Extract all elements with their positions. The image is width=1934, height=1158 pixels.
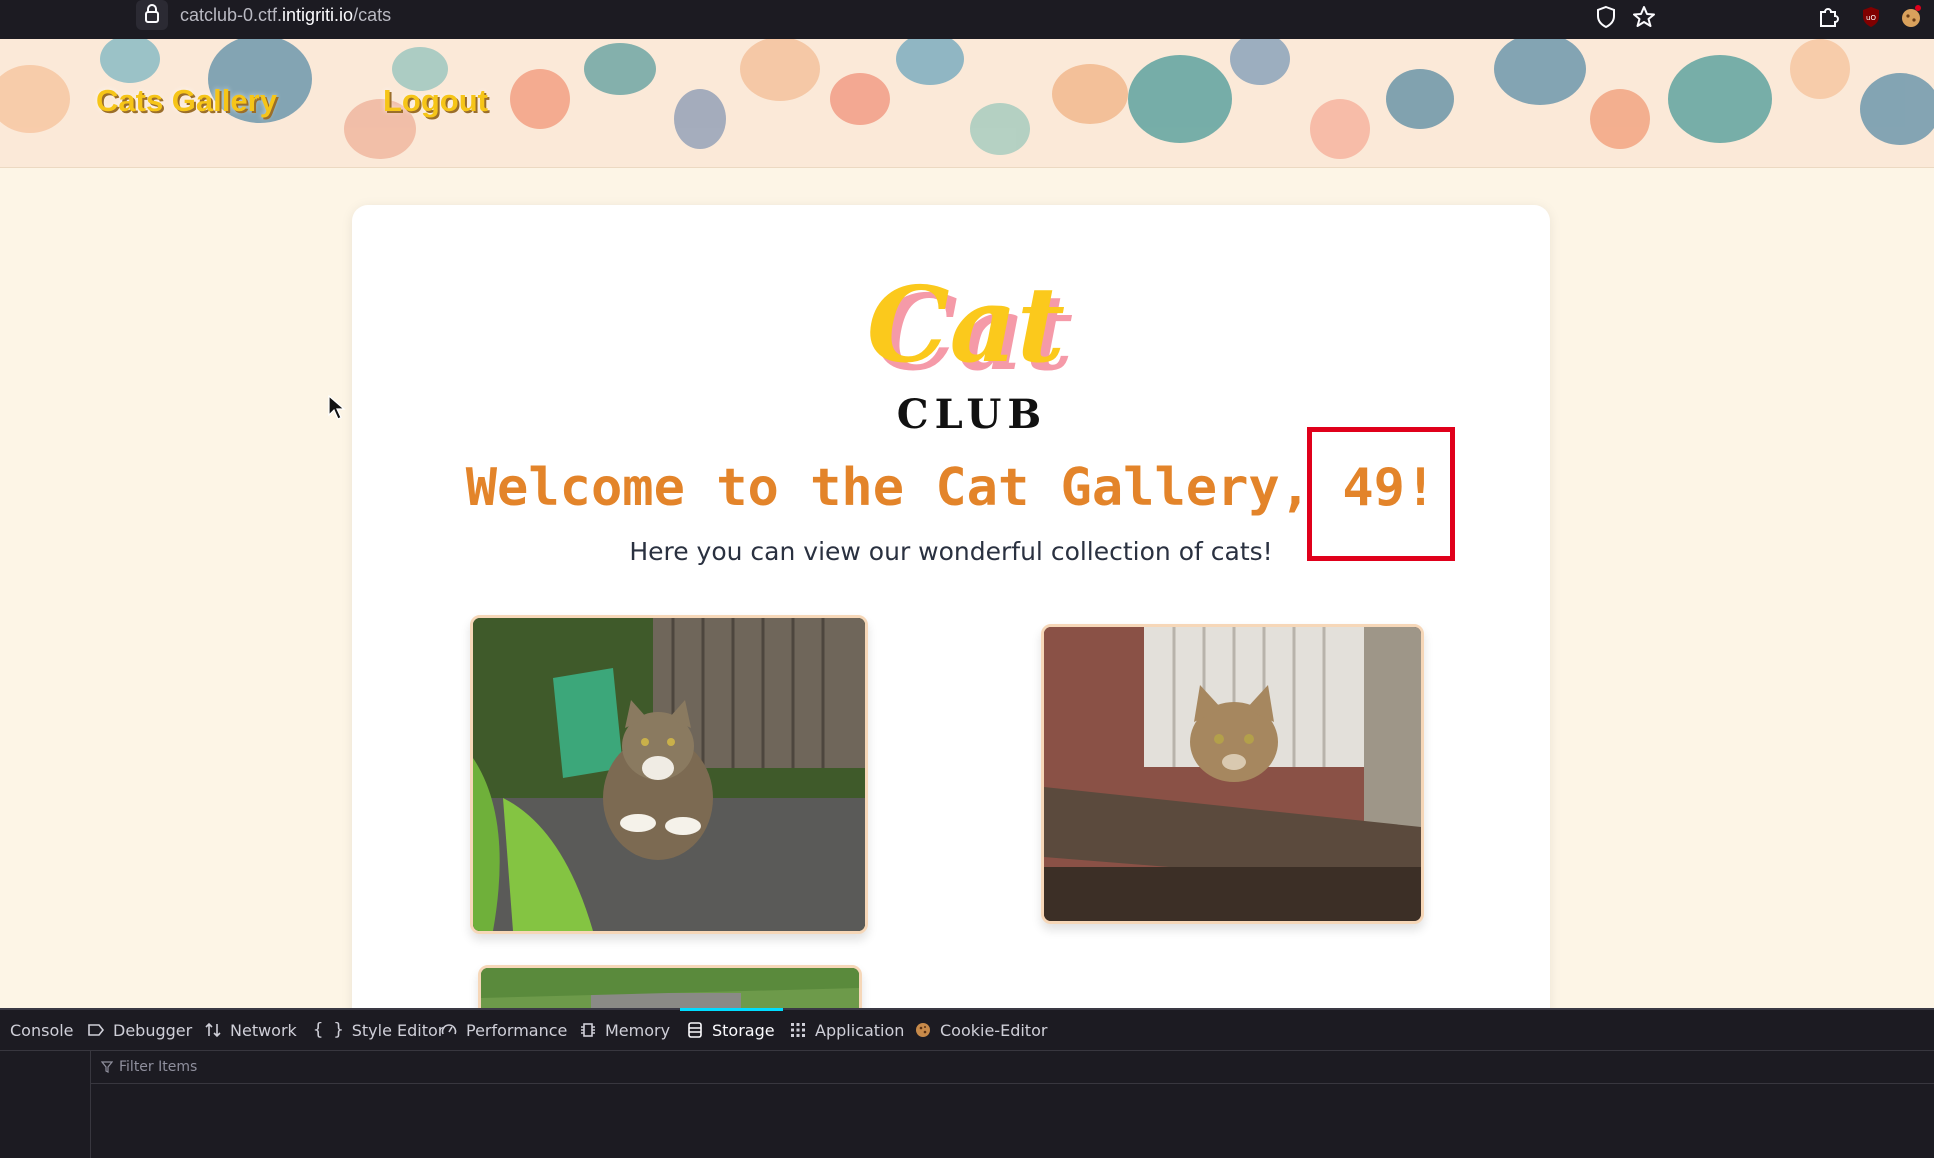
storage-icon (688, 1022, 702, 1038)
devtools-tab-cookie-editor[interactable]: Cookie-Editor (914, 1010, 1047, 1050)
cat-photo-2-image (1044, 627, 1421, 921)
tab-label: Memory (605, 1020, 671, 1040)
lock-icon (145, 4, 159, 23)
cookie-editor-extension-icon[interactable] (1898, 4, 1924, 30)
devtools-tab-debugger[interactable]: Debugger (87, 1010, 192, 1050)
tab-label: Performance (466, 1020, 568, 1040)
debugger-icon (88, 1024, 105, 1036)
welcome-prefix: Welcome to the Cat Gallery, (465, 458, 1312, 518)
gallery-subtitle: Here you can view our wonderful collecti… (629, 537, 1273, 566)
application-icon (791, 1023, 805, 1037)
devtools-tab-console[interactable]: Console (10, 1010, 74, 1050)
storage-filter-bar: Filter Items (91, 1051, 1934, 1084)
devtools-tab-bar: Console Debugger Network { } Style Edito… (0, 1008, 1934, 1051)
cookie-icon (916, 1023, 930, 1037)
performance-icon (441, 1024, 457, 1035)
devtools-tab-memory[interactable]: Memory (579, 1010, 670, 1050)
memory-icon (581, 1023, 595, 1037)
url-path: /cats (353, 5, 392, 25)
devtools-tab-storage[interactable]: Storage (680, 1008, 783, 1050)
style-editor-icon: { } (313, 1020, 344, 1040)
cat-photo-1-image (473, 618, 865, 931)
devtools-tab-performance[interactable]: Performance (440, 1010, 567, 1050)
nav-link-cats-gallery[interactable]: Cats Gallery (96, 83, 277, 119)
nav-link-logout[interactable]: Logout (383, 83, 488, 119)
network-icon (205, 1022, 221, 1038)
url-prefix: catclub-0.ctf. (180, 5, 283, 25)
ublock-icon[interactable]: uO (1858, 4, 1884, 30)
site-info-button[interactable] (136, 0, 168, 30)
tracking-protection-icon[interactable] (1593, 4, 1619, 30)
cat-photo-1[interactable] (470, 615, 868, 934)
gallery-card: Cat Cat CLUB Welcome to the Cat Gallery,… (352, 205, 1550, 1051)
devtools-panel: Console Debugger Network { } Style Edito… (0, 1008, 1934, 1158)
logo-word-cat: Cat (867, 263, 1065, 386)
tab-label: Debugger (113, 1020, 193, 1040)
site-header: Cats Gallery Logout (0, 39, 1934, 168)
url-host: intigriti.io (282, 5, 354, 25)
cat-photo-2[interactable] (1041, 624, 1424, 924)
cat-club-logo: Cat Cat CLUB (867, 263, 1073, 438)
tab-label: Application (815, 1020, 905, 1040)
filter-items-input[interactable]: Filter Items (101, 1057, 501, 1077)
extensions-puzzle-icon[interactable] (1815, 4, 1841, 30)
devtools-tab-application[interactable]: Application (789, 1010, 904, 1050)
bookmark-star-icon[interactable] (1631, 4, 1657, 30)
svg-text:uO: uO (1866, 14, 1876, 22)
tab-label: Console (10, 1020, 74, 1040)
storage-tree-sidebar (0, 1051, 91, 1158)
mouse-cursor-icon (328, 395, 346, 420)
filter-icon (101, 1061, 113, 1073)
tab-label: Network (230, 1020, 297, 1040)
logo-word-club: CLUB (897, 391, 1047, 438)
tab-label: Cookie-Editor (940, 1020, 1048, 1040)
paw-pattern-background (0, 39, 1934, 167)
tab-label: Style Editor (351, 1020, 445, 1040)
browser-toolbar: catclub-0.ctf.intigriti.io/cats uO (0, 0, 1934, 39)
filter-placeholder: Filter Items (119, 1059, 198, 1075)
devtools-tab-style-editor[interactable]: { } Style Editor (313, 1010, 444, 1050)
tab-label: Storage (712, 1020, 775, 1040)
devtools-tab-network[interactable]: Network (204, 1010, 297, 1050)
address-bar[interactable]: catclub-0.ctf.intigriti.io/cats (180, 5, 391, 26)
